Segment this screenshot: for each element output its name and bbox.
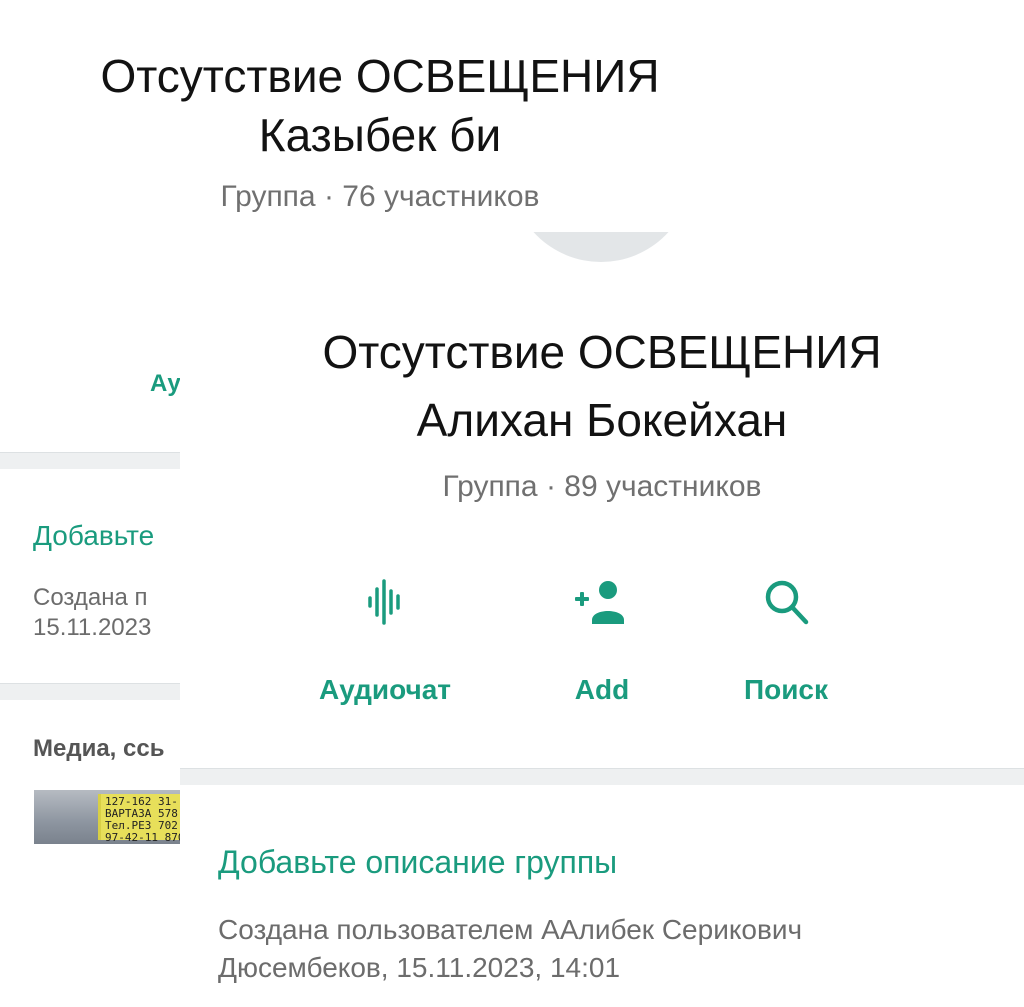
add-person-icon	[575, 581, 624, 624]
add-group-description-link[interactable]: Добавьте описание группы	[218, 844, 617, 881]
search-button[interactable]: Поиск	[686, 572, 886, 722]
search-icon	[765, 580, 809, 625]
created-date-text-partial: 15.11.2023	[33, 614, 152, 641]
group-title-line-2: Алихан Бокейхан	[416, 394, 788, 446]
section-divider	[180, 768, 1024, 785]
add-member-button[interactable]: Add	[502, 572, 702, 722]
group-title-line-2: Казыбек би	[258, 109, 502, 161]
section-divider	[0, 683, 180, 700]
search-label: Поиск	[743, 674, 829, 705]
thumbnail-sticker-image: 127-162 31- ВАРТАЗА 578 Тел.РЕЗ 702 97-4…	[98, 794, 180, 844]
add-description-link-partial[interactable]: Добавьте	[33, 520, 154, 552]
group-title-line-1: Отсутствие ОСВЕЩЕНИЯ	[100, 50, 660, 102]
section-divider	[0, 452, 180, 469]
audio-waveform-icon	[368, 579, 400, 625]
thumb-text-line: 97-42-11 870	[105, 831, 180, 844]
avatar-arc	[510, 232, 692, 262]
group-title-line-1: Отсутствие ОСВЕЩЕНИЯ	[322, 326, 882, 378]
created-by-text-partial: Создана п	[33, 584, 148, 611]
created-by-text: Создана пользователем ААлибек Серикович	[218, 914, 803, 945]
created-date-text: Дюсембеков, 15.11.2023, 14:01	[218, 952, 621, 983]
media-links-header-partial[interactable]: Медиа, ссь	[33, 735, 164, 763]
audio-chat-label-partial[interactable]: Ау	[150, 370, 181, 398]
foreground-group-info-screen: Отсутствие ОСВЕЩЕНИЯ Алихан Бокейхан Гру…	[180, 272, 1024, 1007]
group-member-count: Группа · 76 участников	[220, 180, 540, 213]
group-member-count: Группа · 89 участников	[442, 470, 762, 503]
audio-chat-button[interactable]: Аудиочат	[285, 572, 485, 722]
media-thumbnail[interactable]: 127-162 31- ВАРТАЗА 578 Тел.РЕЗ 702 97-4…	[34, 790, 180, 844]
audio-chat-label: Аудиочат	[318, 674, 452, 705]
add-member-label: Add	[574, 674, 630, 705]
